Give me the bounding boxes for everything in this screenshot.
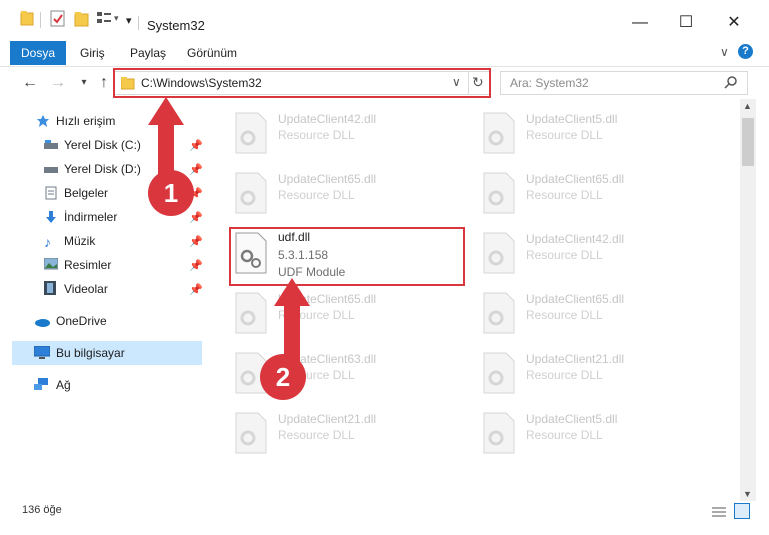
sidebar-item-disk-d[interactable]: Yerel Disk (D:) bbox=[64, 159, 141, 179]
dll-file-icon bbox=[483, 172, 515, 214]
dll-file-icon bbox=[235, 112, 267, 154]
file-item[interactable]: UpdateClient65.dll Resource DLL bbox=[230, 168, 460, 218]
details-view-icon[interactable] bbox=[711, 505, 727, 522]
network-icon bbox=[34, 378, 50, 395]
dll-file-icon bbox=[483, 112, 515, 154]
minimize-button[interactable]: — bbox=[617, 8, 663, 38]
dll-file-icon bbox=[483, 352, 515, 394]
recent-locations-icon[interactable]: ▾ bbox=[74, 73, 94, 93]
file-item[interactable]: UpdateClient21.dll Resource DLL bbox=[230, 408, 460, 458]
large-icons-view-icon[interactable] bbox=[734, 503, 750, 519]
dll-file-icon bbox=[483, 232, 515, 274]
scroll-down-icon[interactable]: ▼ bbox=[743, 489, 752, 499]
dll-file-icon bbox=[483, 292, 515, 334]
file-item[interactable]: UpdateClient42.dll Resource DLL bbox=[478, 228, 708, 278]
tab-file[interactable]: Dosya bbox=[10, 41, 66, 65]
computer-icon bbox=[33, 345, 51, 363]
ribbon bbox=[0, 38, 769, 67]
folder-icon bbox=[20, 10, 34, 28]
file-name: UpdateClient42.dll bbox=[278, 112, 377, 126]
sidebar-item-this-pc[interactable]: Bu bilgisayar bbox=[56, 343, 125, 363]
address-highlight-box bbox=[113, 68, 491, 98]
file-item[interactable]: UpdateClient5.dll Resource DLL bbox=[478, 408, 708, 458]
video-icon bbox=[44, 281, 56, 298]
file-type: Resource DLL bbox=[278, 128, 355, 142]
dll-file-icon bbox=[235, 412, 267, 454]
file-type: Resource DLL bbox=[526, 248, 603, 262]
file-type: Resource DLL bbox=[278, 188, 355, 202]
file-name: UpdateClient5.dll bbox=[526, 412, 618, 426]
file-name: UpdateClient65.dll bbox=[526, 292, 625, 306]
sidebar-item-disk-c[interactable]: Yerel Disk (C:) bbox=[64, 135, 141, 155]
search-placeholder[interactable]: Ara: System32 bbox=[510, 76, 589, 90]
sidebar-item-downloads[interactable]: İndirmeler bbox=[64, 207, 117, 227]
sidebar-item-network[interactable]: Ağ bbox=[56, 375, 71, 395]
customize-quick-access-icon[interactable]: ▾ bbox=[114, 13, 119, 24]
pin-icon[interactable]: 📌 bbox=[189, 235, 203, 248]
search-icon[interactable] bbox=[724, 75, 738, 92]
file-item[interactable]: UpdateClient5.dll Resource DLL bbox=[478, 108, 708, 158]
file-item[interactable]: UpdateClient65.dll Resource DLL bbox=[478, 288, 708, 338]
file-name: UpdateClient65.dll bbox=[526, 172, 625, 186]
sidebar-item-music[interactable]: Müzik bbox=[64, 231, 95, 251]
scroll-up-icon[interactable]: ▲ bbox=[743, 101, 752, 111]
file-name: UpdateClient5.dll bbox=[526, 112, 618, 126]
file-name: UpdateClient21.dll bbox=[278, 412, 377, 426]
file-name: UpdateClient42.dll bbox=[526, 232, 625, 246]
pin-icon[interactable]: 📌 bbox=[189, 211, 203, 224]
help-icon[interactable]: ? bbox=[738, 44, 753, 59]
ribbon-expand-icon[interactable]: ∨ bbox=[720, 45, 729, 59]
pin-icon[interactable]: 📌 bbox=[189, 259, 203, 272]
scrollbar-thumb[interactable] bbox=[742, 118, 754, 166]
file-type: Resource DLL bbox=[526, 188, 603, 202]
file-type: Resource DLL bbox=[526, 428, 603, 442]
file-type: Resource DLL bbox=[526, 308, 603, 322]
dll-file-icon bbox=[235, 172, 267, 214]
file-item[interactable]: UpdateClient21.dll Resource DLL bbox=[478, 348, 708, 398]
drive-icon bbox=[44, 139, 58, 154]
quick-access-dropdown-icon[interactable]: ▾ bbox=[126, 14, 132, 27]
forward-button[interactable]: → bbox=[48, 73, 68, 93]
separator bbox=[138, 16, 139, 30]
sidebar-item-videos[interactable]: Videolar bbox=[64, 279, 108, 299]
up-button[interactable]: ↑ bbox=[94, 73, 114, 93]
file-type: Resource DLL bbox=[278, 428, 355, 442]
sidebar-item-documents[interactable]: Belgeler bbox=[64, 183, 108, 203]
file-type: Resource DLL bbox=[526, 128, 603, 142]
window-title: System32 bbox=[147, 18, 205, 33]
sidebar-item-onedrive[interactable]: OneDrive bbox=[56, 311, 107, 331]
separator bbox=[40, 12, 41, 28]
back-button[interactable]: ← bbox=[20, 73, 40, 93]
view-icon[interactable] bbox=[96, 10, 112, 28]
file-item[interactable]: UpdateClient65.dll Resource DLL bbox=[478, 168, 708, 218]
step-badge-2: 2 bbox=[260, 354, 306, 400]
star-icon bbox=[36, 114, 50, 131]
maximize-button[interactable]: ☐ bbox=[663, 8, 709, 38]
tab-home[interactable]: Giriş bbox=[80, 43, 105, 63]
new-folder-icon[interactable] bbox=[74, 10, 90, 28]
tab-share[interactable]: Paylaş bbox=[130, 43, 166, 63]
tab-view[interactable]: Görünüm bbox=[187, 43, 237, 63]
cloud-icon bbox=[34, 316, 50, 330]
step-badge-1: 1 bbox=[148, 170, 194, 216]
close-button[interactable]: ✕ bbox=[711, 8, 757, 38]
sidebar-item-quick-access[interactable]: Hızlı erişim bbox=[56, 111, 115, 131]
documents-icon bbox=[44, 186, 58, 203]
drive-icon bbox=[44, 163, 58, 178]
dll-file-icon bbox=[483, 412, 515, 454]
file-type: Resource DLL bbox=[526, 368, 603, 382]
item-count: 136 öğe bbox=[22, 504, 62, 516]
properties-icon[interactable] bbox=[50, 10, 66, 28]
file-name: UpdateClient65.dll bbox=[278, 172, 377, 186]
pin-icon[interactable]: 📌 bbox=[189, 283, 203, 296]
pictures-icon bbox=[43, 257, 59, 273]
file-name: UpdateClient21.dll bbox=[526, 352, 625, 366]
music-icon: ♪ bbox=[44, 234, 51, 250]
sidebar-item-pictures[interactable]: Resimler bbox=[64, 255, 111, 275]
file-item[interactable]: UpdateClient42.dll Resource DLL bbox=[230, 108, 460, 158]
download-icon bbox=[44, 210, 58, 227]
